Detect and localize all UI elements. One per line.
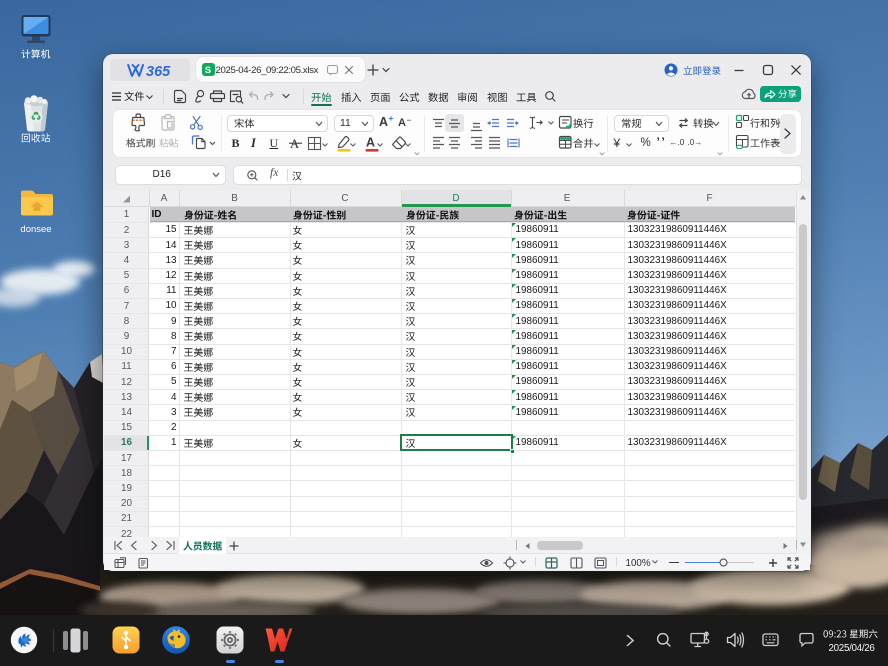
- svg-text:A: A: [290, 137, 299, 151]
- svg-text:A: A: [366, 136, 375, 150]
- svg-text:365: 365: [146, 64, 171, 79]
